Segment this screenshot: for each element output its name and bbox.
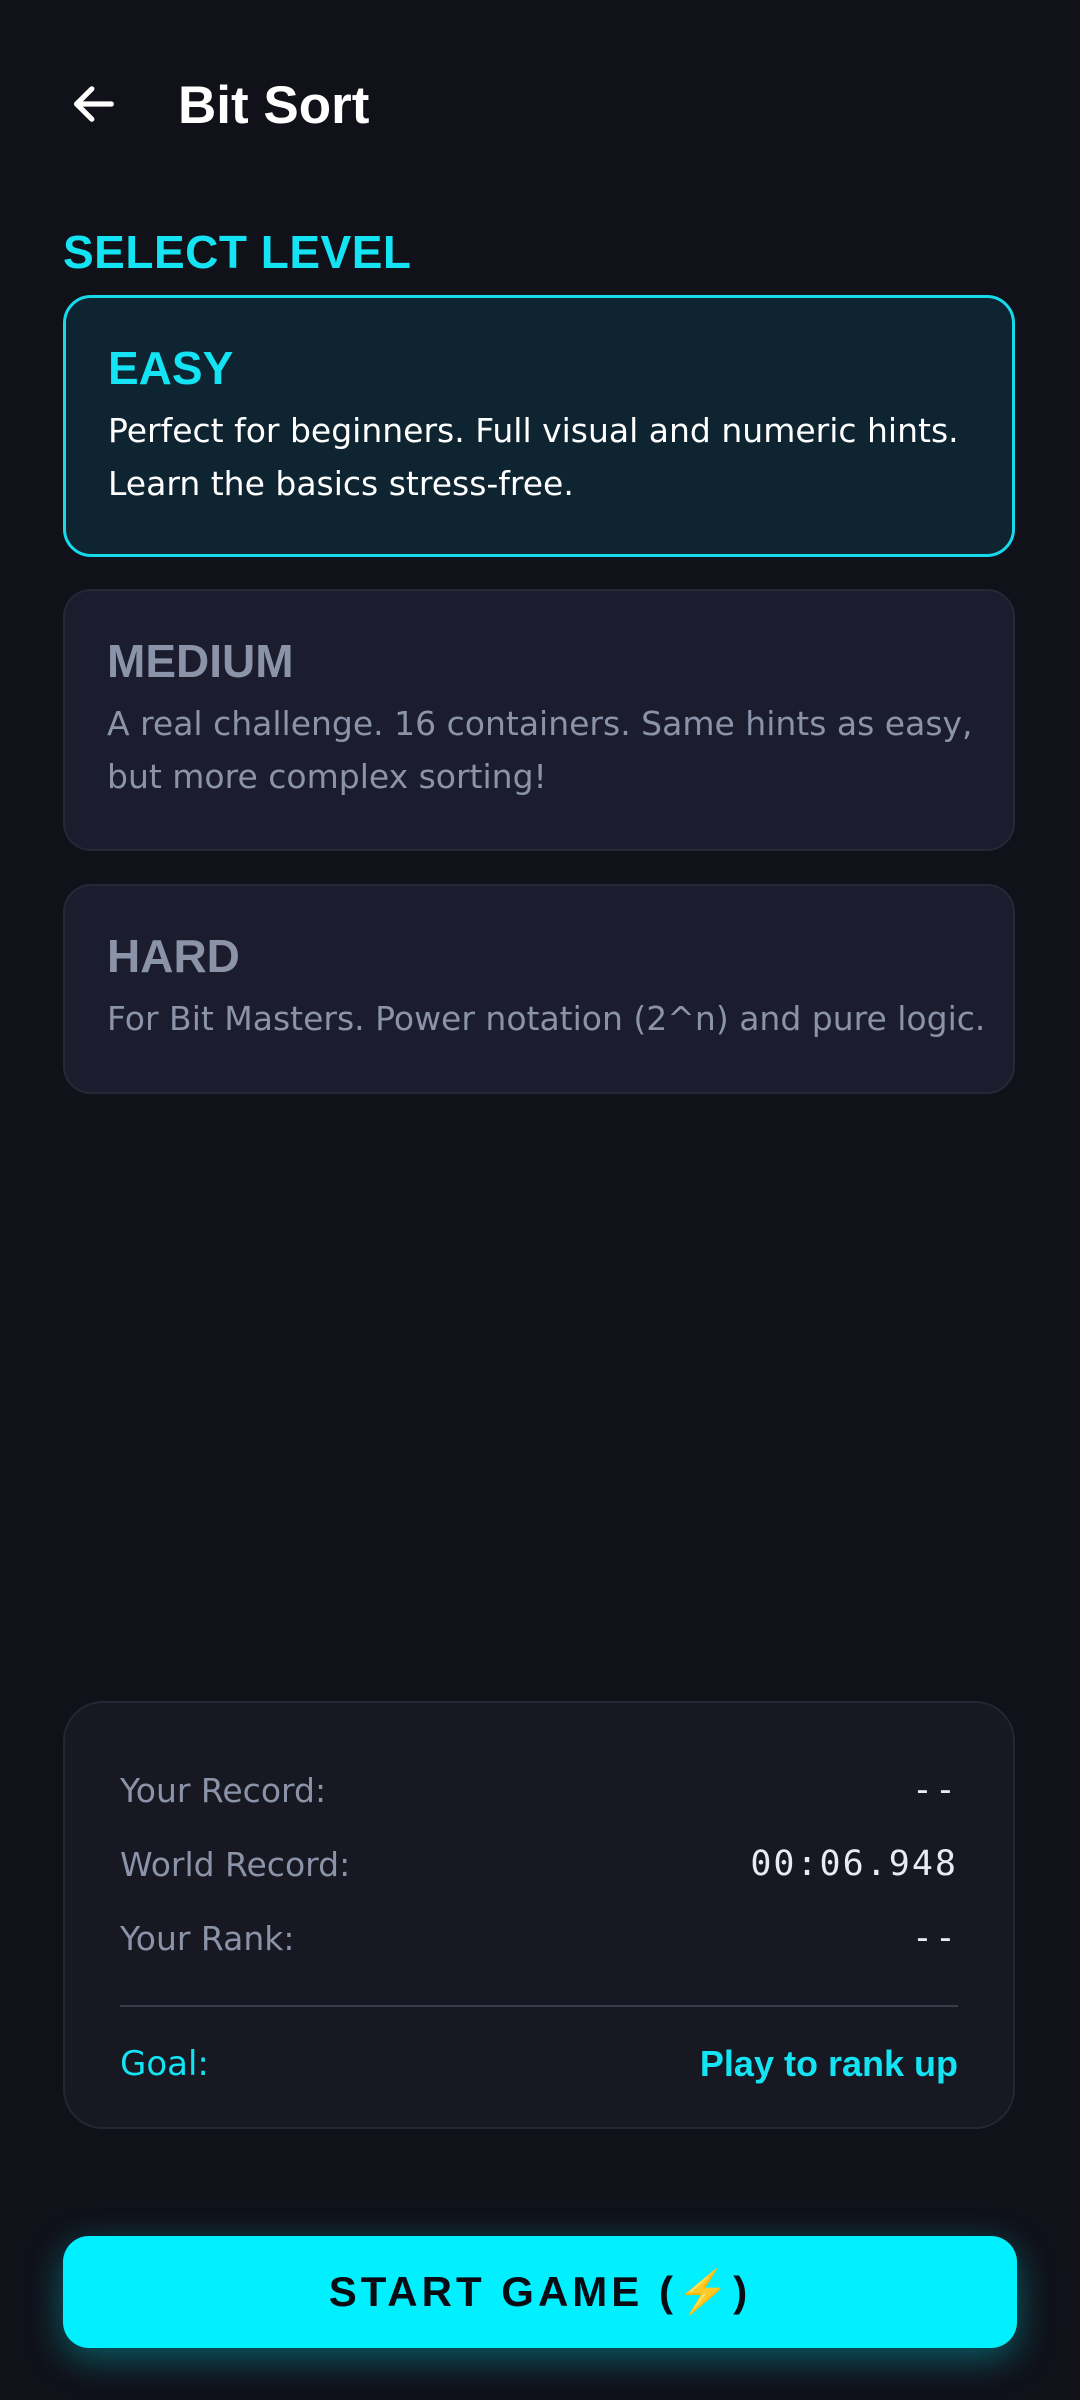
start-game-button[interactable]: START GAME (⚡): [63, 2236, 1017, 2348]
world-record-value: 00:06.948: [750, 1844, 958, 1884]
world-record-row: World Record: 00:06.948: [120, 1827, 958, 1901]
level-description-line: For Bit Masters. Power notation (2^n) an…: [107, 999, 986, 1038]
your-rank-value: --: [911, 1918, 958, 1958]
your-record-value: --: [911, 1770, 958, 1810]
goal-label: Goal:: [120, 2044, 209, 2084]
goal-value: Play to rank up: [699, 2043, 958, 2084]
level-description-line: Learn the basics stress-free.: [108, 464, 574, 503]
level-name: HARD: [107, 930, 240, 982]
level-description-line: A real challenge. 16 containers. Same hi…: [107, 704, 973, 743]
level-card-hard[interactable]: HARD For Bit Masters. Power notation (2^…: [63, 884, 1015, 1094]
top-bar: Bit Sort: [0, 0, 1080, 210]
your-record-row: Your Record: --: [120, 1753, 958, 1827]
world-record-label: World Record:: [120, 1844, 351, 1884]
your-record-label: Your Record:: [120, 1770, 327, 1810]
your-rank-label: Your Rank:: [120, 1918, 295, 1958]
stats-panel: Your Record: -- World Record: 00:06.948 …: [63, 1701, 1015, 2129]
level-name: MEDIUM: [107, 635, 294, 687]
select-level-heading: SELECT LEVEL: [63, 226, 412, 278]
stats-divider: [120, 2005, 958, 2007]
page-title: Bit Sort: [178, 76, 370, 135]
level-description-line: Perfect for beginners. Full visual and n…: [108, 411, 959, 450]
level-card-medium[interactable]: MEDIUM A real challenge. 16 containers. …: [63, 589, 1015, 851]
start-game-label: START GAME (⚡): [328, 2267, 752, 2315]
arrow-left-icon: [74, 86, 114, 122]
level-card-easy[interactable]: EASY Perfect for beginners. Full visual …: [63, 295, 1015, 557]
your-rank-row: Your Rank: --: [120, 1901, 958, 1975]
level-description-line: but more complex sorting!: [107, 757, 547, 796]
level-name: EASY: [108, 342, 234, 394]
back-button[interactable]: [58, 68, 130, 140]
app-screen: Bit Sort SELECT LEVEL EASY Perfect for b…: [0, 0, 1080, 2400]
goal-row: Goal: Play to rank up: [120, 2029, 958, 2099]
